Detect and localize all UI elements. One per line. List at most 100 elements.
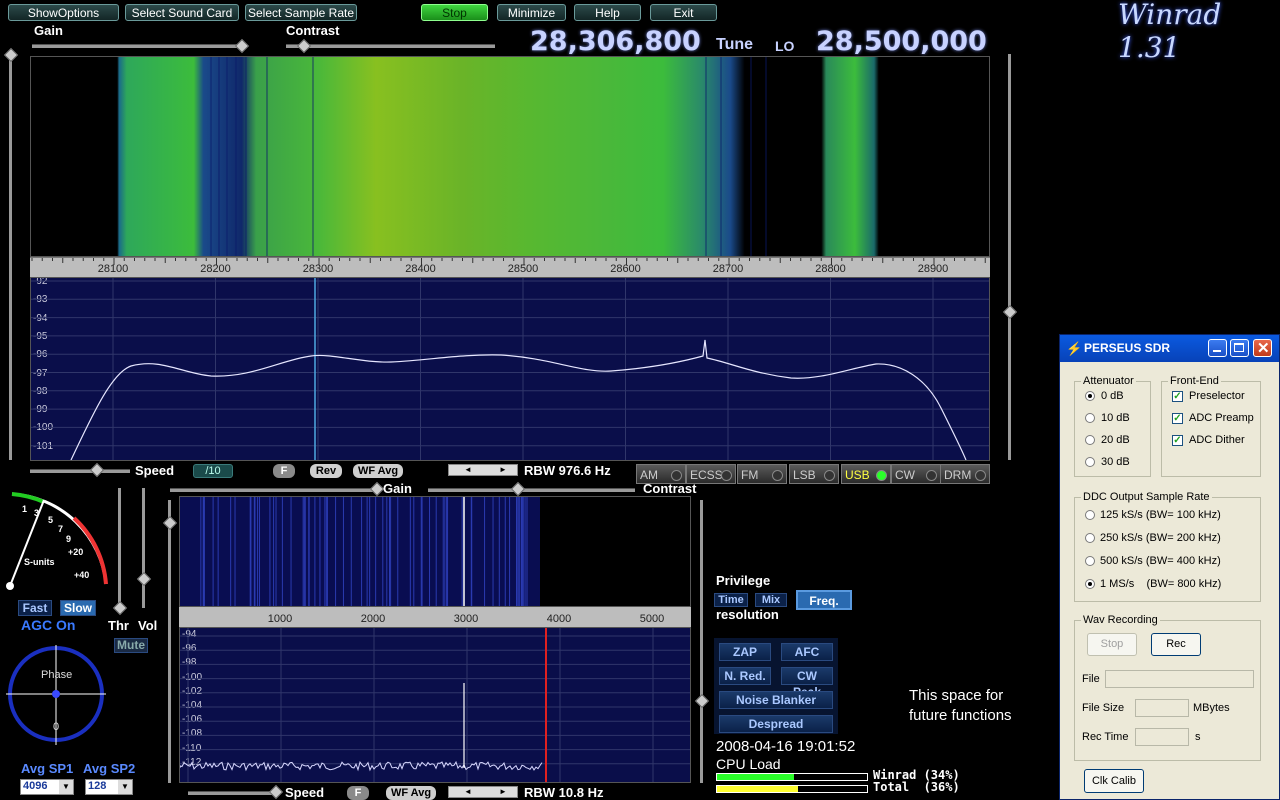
main-speed-slider[interactable] xyxy=(30,469,130,473)
sub-left-vslider[interactable] xyxy=(168,500,171,783)
sub-waterfall[interactable] xyxy=(179,496,691,607)
main-frequency-scale[interactable]: 28100 28200 28300 28400 28500 28600 28700 28800… xyxy=(30,257,990,277)
window-maximize-button[interactable] xyxy=(1230,339,1249,357)
perseus-title-bar[interactable]: ⚡ PERSEUS SDR ✕ xyxy=(1060,335,1279,362)
select-sample-rate-button[interactable]: Select Sample Rate xyxy=(245,4,357,21)
show-options-button[interactable]: ShowOptions xyxy=(8,4,119,21)
rec-time-field[interactable] xyxy=(1135,728,1189,746)
ddc-rate-radio[interactable] xyxy=(1085,579,1095,589)
main-spectrum[interactable]: -92-93-94-95-96-97-98-99-100-101-102 xyxy=(30,277,990,461)
wav-rec-button[interactable]: Rec xyxy=(1151,633,1201,656)
mbytes-label: MBytes xyxy=(1193,702,1230,714)
ddc-rate-radio[interactable] xyxy=(1085,533,1095,543)
sub-f-button[interactable]: F xyxy=(347,786,369,800)
tune-frequency[interactable]: 28,306,800 xyxy=(530,26,701,57)
attenuator-radio[interactable] xyxy=(1085,413,1095,423)
agc-slow-button[interactable]: Slow xyxy=(60,600,96,616)
sub-left-knob[interactable] xyxy=(162,515,178,531)
main-rbw-stepper[interactable]: ◄ ► xyxy=(448,464,518,476)
sub-contrast-knob[interactable] xyxy=(510,481,526,497)
frontend-checkbox[interactable]: ✓ xyxy=(1172,413,1183,424)
file-field[interactable] xyxy=(1105,670,1254,688)
s-meter-scale-label: +20 xyxy=(68,547,84,557)
vol-knob[interactable] xyxy=(136,571,152,587)
mode-drm-button[interactable]: DRM xyxy=(940,464,990,484)
thr-slider[interactable] xyxy=(118,488,121,608)
noise-reduction-button[interactable]: N. Red. xyxy=(719,667,771,685)
attenuator-radio[interactable] xyxy=(1085,391,1095,401)
sub-speed-knob[interactable] xyxy=(268,784,284,800)
rev-button[interactable]: Rev xyxy=(310,464,342,478)
sub-right-knob[interactable] xyxy=(694,693,710,709)
main-f-button[interactable]: F xyxy=(273,464,295,478)
avg-sp2-select[interactable]: 128 ▼ xyxy=(85,779,133,795)
main-waterfall[interactable] xyxy=(30,56,990,257)
sub-frequency-scale[interactable]: 1000 2000 3000 4000 5000 xyxy=(179,607,691,627)
mode-usb-button[interactable]: USB xyxy=(841,464,891,484)
ddc-rate-radio[interactable] xyxy=(1085,556,1095,566)
mode-lsb-button[interactable]: LSB xyxy=(789,464,839,484)
chevron-down-icon[interactable]: ▼ xyxy=(118,780,132,794)
file-size-field[interactable] xyxy=(1135,699,1189,717)
minimize-button[interactable]: Minimize xyxy=(497,4,566,21)
led-indicator-icon xyxy=(926,470,937,481)
zap-button[interactable]: ZAP xyxy=(719,643,771,661)
wav-stop-button[interactable]: Stop xyxy=(1087,633,1137,656)
sub-right-vslider[interactable] xyxy=(700,500,703,783)
agc-status[interactable]: AGC On xyxy=(21,617,75,633)
agc-fast-button[interactable]: Fast xyxy=(18,600,52,616)
mode-cw-button[interactable]: CW xyxy=(891,464,941,484)
cw-peak-button[interactable]: CW Peak xyxy=(781,667,833,699)
despread-button[interactable]: Despread xyxy=(719,715,833,733)
sub-contrast-slider[interactable] xyxy=(428,488,635,492)
led-indicator-icon xyxy=(876,470,887,481)
sub-wf-avg-button[interactable]: WF Avg xyxy=(386,786,436,800)
mute-button[interactable]: Mute xyxy=(114,638,148,653)
right-arrow-icon[interactable]: ► xyxy=(499,465,507,475)
gain-slider-knob[interactable] xyxy=(234,38,250,54)
avg-sp1-select[interactable]: 4096 ▼ xyxy=(20,779,74,795)
clk-calib-button[interactable]: Clk Calib xyxy=(1084,769,1144,793)
exit-button[interactable]: Exit xyxy=(650,4,717,21)
window-minimize-button[interactable] xyxy=(1208,339,1227,357)
sub-gain-slider[interactable] xyxy=(170,488,375,492)
main-wf-avg-button[interactable]: WF Avg xyxy=(353,464,403,478)
sub-rbw-stepper[interactable]: ◄ ► xyxy=(448,786,518,798)
select-sound-card-button[interactable]: Select Sound Card xyxy=(125,4,239,21)
privilege-mix-button[interactable]: Mix xyxy=(755,593,787,607)
window-close-button[interactable]: ✕ xyxy=(1253,339,1272,357)
right-arrow-icon[interactable]: ► xyxy=(499,787,507,797)
attenuator-radio[interactable] xyxy=(1085,457,1095,467)
spectrum-vertical-knob[interactable] xyxy=(3,47,19,63)
total-load-fill xyxy=(717,786,798,792)
help-button[interactable]: Help xyxy=(574,4,641,21)
frontend-checkbox[interactable]: ✓ xyxy=(1172,435,1183,446)
privilege-time-button[interactable]: Time xyxy=(714,593,748,607)
contrast-slider[interactable] xyxy=(286,44,495,48)
chevron-down-icon[interactable]: ▼ xyxy=(59,780,73,794)
attenuator-radio[interactable] xyxy=(1085,435,1095,445)
gain-slider[interactable] xyxy=(32,44,244,48)
stop-button[interactable]: Stop xyxy=(421,4,488,21)
frontend-checkbox[interactable]: ✓ xyxy=(1172,391,1183,402)
contrast-slider-knob[interactable] xyxy=(296,38,312,54)
ddc-rate-radio[interactable] xyxy=(1085,510,1095,520)
sub-gain-knob[interactable] xyxy=(369,481,385,497)
right-vertical-slider[interactable] xyxy=(1008,54,1011,460)
privilege-freq-button[interactable]: Freq. xyxy=(796,590,852,610)
ddc-rate-option-label: 250 kS/s (BW= 200 kHz) xyxy=(1100,532,1221,544)
lo-frequency[interactable]: 28,500,000 xyxy=(816,26,987,57)
spectrum-vertical-slider[interactable] xyxy=(9,54,12,460)
mode-fm-button[interactable]: FM xyxy=(737,464,787,484)
divide-by-ten-button[interactable]: /10 xyxy=(193,464,233,478)
afc-button[interactable]: AFC xyxy=(781,643,833,661)
right-vertical-knob[interactable] xyxy=(1002,304,1018,320)
noise-blanker-button[interactable]: Noise Blanker xyxy=(719,691,833,709)
left-arrow-icon[interactable]: ◄ xyxy=(464,787,472,797)
sub-speed-slider[interactable] xyxy=(188,791,278,795)
left-arrow-icon[interactable]: ◄ xyxy=(464,465,472,475)
thr-knob[interactable] xyxy=(112,600,128,616)
main-speed-knob[interactable] xyxy=(89,462,105,478)
sub-spectrum[interactable]: -94 -96 -98 -100 -102 -104 -106 -108 -110 -112 xyxy=(179,627,691,783)
vol-slider[interactable] xyxy=(142,488,145,608)
